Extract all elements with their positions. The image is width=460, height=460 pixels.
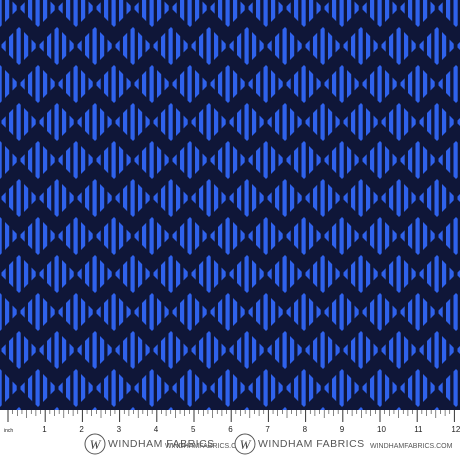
- brand-name-right: WINDHAM FABRICS: [258, 438, 365, 450]
- ruler-number: 3: [117, 425, 122, 434]
- ruler-number: 6: [228, 425, 233, 434]
- ruler-number: 8: [303, 425, 308, 434]
- ruler-unit-label: inch: [4, 428, 13, 434]
- windham-logo-icon: W: [234, 433, 256, 455]
- fabric-swatch: inch 1 2 3 4 5 6 7 8 9 10 11 12 W WINDHAM FABRICS W…: [0, 0, 460, 460]
- ruler-number: 12: [451, 425, 460, 434]
- ruler-number: 4: [154, 425, 159, 434]
- svg-text:W: W: [90, 437, 102, 452]
- measuring-ruler: inch 1 2 3 4 5 6 7 8 9 10 11 12 W WINDHAM FABRICS W…: [0, 410, 460, 460]
- ruler-number: 2: [79, 425, 84, 434]
- windham-logo-icon: W: [84, 433, 106, 455]
- svg-text:W: W: [240, 437, 252, 452]
- ruler-number: 10: [377, 425, 386, 434]
- ruler-number: 9: [340, 425, 345, 434]
- ruler-number: 11: [414, 425, 423, 434]
- brand-website-right: WINDHAMFABRICS.COM: [370, 443, 453, 450]
- ruler-number: 7: [265, 425, 270, 434]
- ruler-number: 5: [191, 425, 196, 434]
- ruler-number: 1: [42, 425, 47, 434]
- ruler-background: [0, 410, 460, 460]
- fabric-print: [0, 0, 460, 410]
